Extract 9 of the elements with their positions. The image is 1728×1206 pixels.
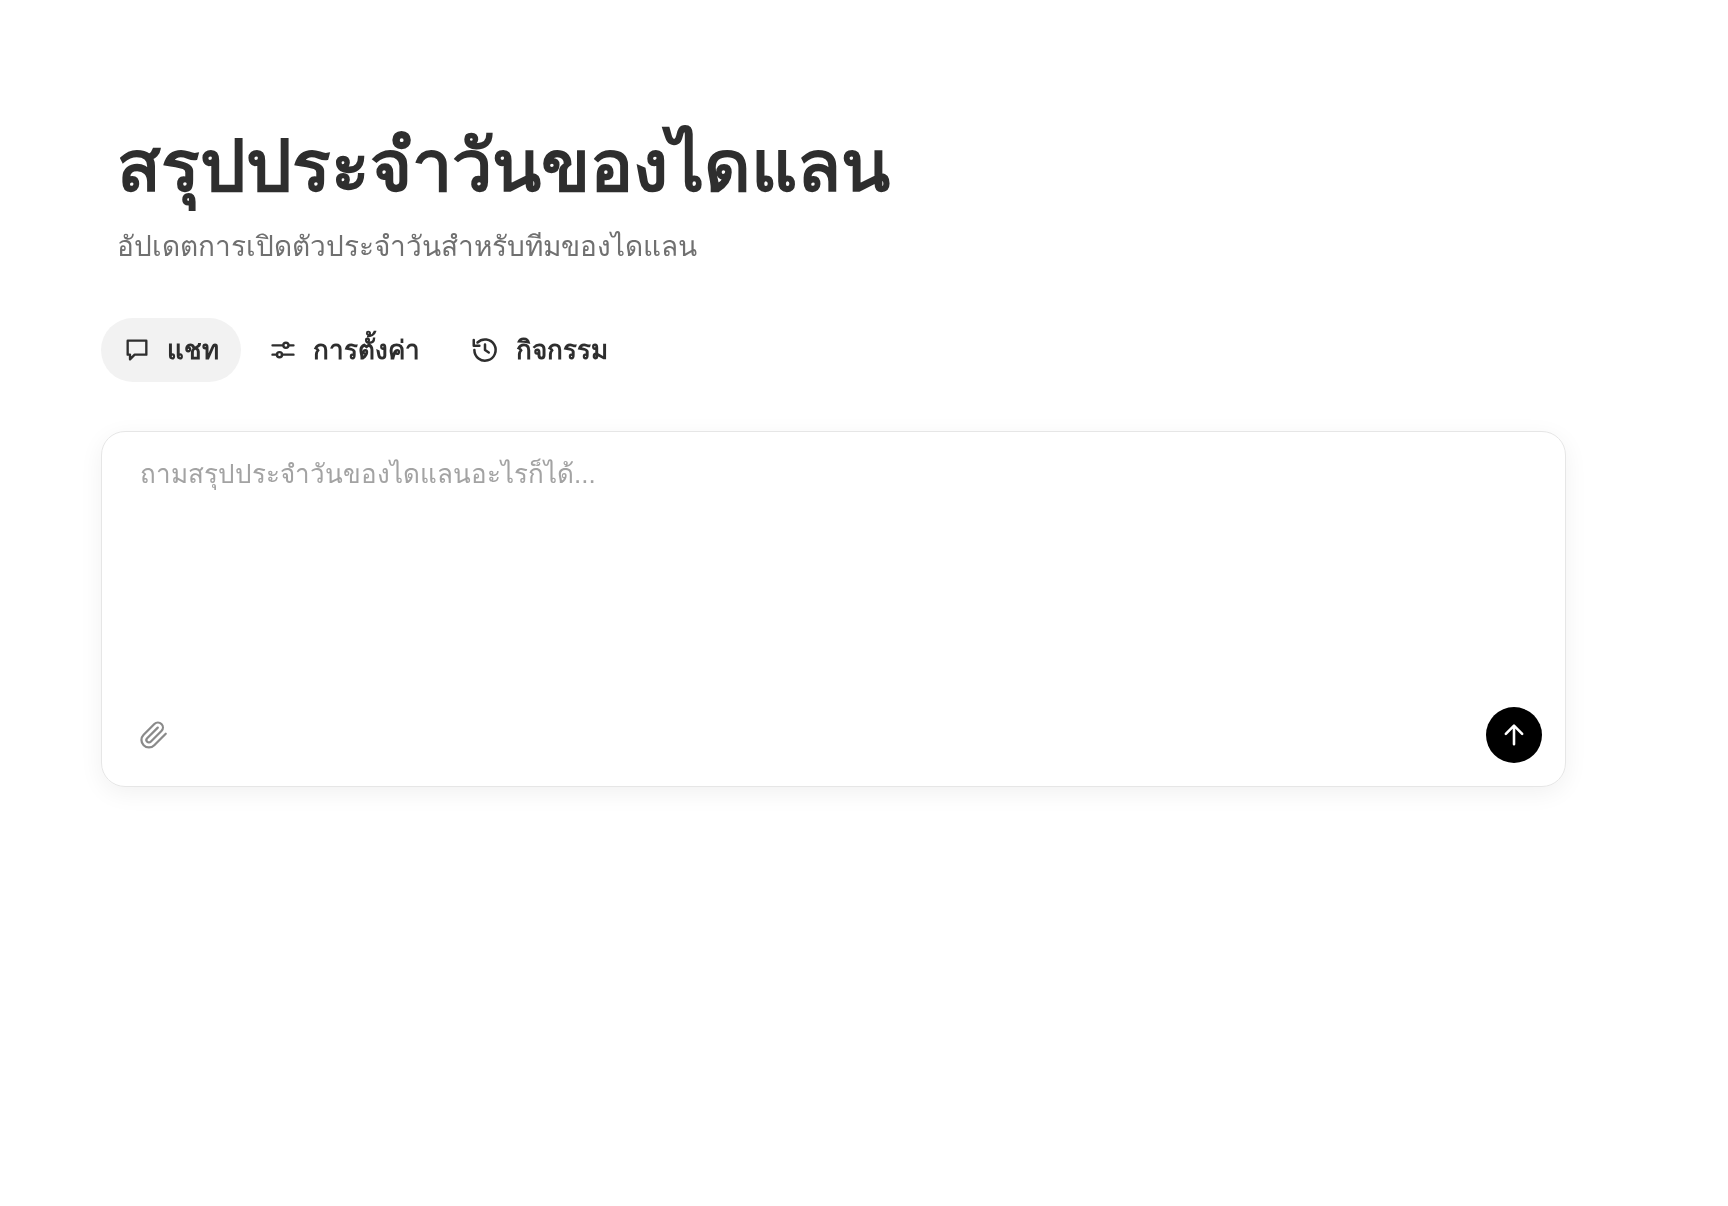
page-subtitle: อัปเดตการเปิดตัวประจำวันสำหรับทีมของไดแลน	[117, 230, 698, 264]
history-icon	[470, 335, 500, 365]
message-input[interactable]: ถามสรุปประจำวันของไดแลนอะไรก็ได้...	[101, 431, 1566, 787]
page-title: สรุปประจำวันของไดแลน	[117, 118, 1566, 214]
tab[interactable]: การตั้งค่า	[247, 318, 442, 382]
tab[interactable]: กิจกรรม	[448, 318, 630, 382]
paperclip-icon[interactable]	[139, 720, 169, 750]
send-button[interactable]	[1486, 707, 1542, 763]
tab[interactable]: แชท	[101, 318, 241, 382]
